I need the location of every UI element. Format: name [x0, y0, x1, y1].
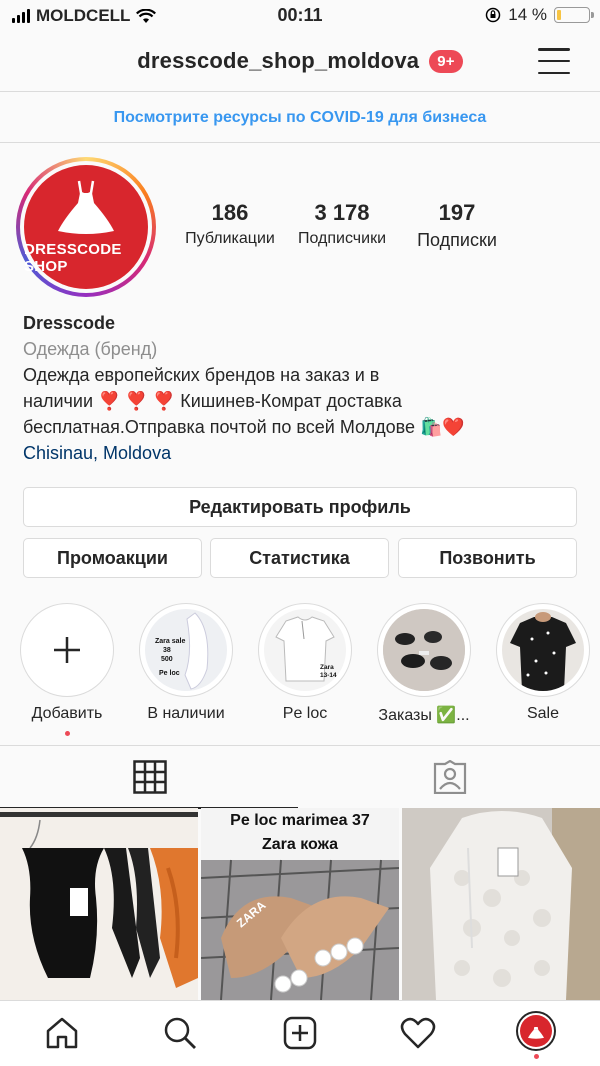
post-thumbnail[interactable]: ZARA Pe loc marimea 37 Zara кожа — [201, 808, 399, 1000]
plus-icon — [54, 637, 80, 663]
bio-line: бесплатная.Отправка почтой по всей Молдо… — [23, 417, 465, 437]
highlight-thumbnail — [383, 609, 465, 691]
highlight-sale[interactable]: Sale — [496, 603, 590, 723]
orientation-lock-icon — [486, 7, 501, 23]
profile-location[interactable]: Chisinau, Moldova — [23, 440, 583, 466]
profile-bio: Dresscode Одежда (бренд) Одежда европейс… — [23, 310, 583, 466]
highlight-orders[interactable]: Заказы ✅... — [377, 603, 471, 725]
profile-header: dresscode_shop_moldova 9+ — [0, 32, 600, 92]
highlight-thumbnail: Zara 13-14 — [264, 609, 346, 691]
bottom-navigation — [0, 1000, 600, 1066]
stat-followers[interactable]: 3 178 Подписчики — [282, 200, 402, 251]
brand-logo: DRESSCODE SHOP — [24, 165, 148, 289]
highlight-pe-loc[interactable]: Zara 13-14 Pe loc — [258, 603, 352, 723]
battery-level — [557, 10, 562, 20]
stat-posts[interactable]: 186 Публикации — [178, 200, 282, 251]
statistics-button[interactable]: Статистика — [210, 538, 389, 578]
highlight-label: Pe loc — [282, 705, 328, 722]
tagged-person-icon — [433, 760, 467, 794]
profile-tabs — [0, 745, 600, 809]
following-count: 197 — [438, 200, 476, 225]
profile-avatar-icon[interactable] — [516, 1011, 556, 1059]
brand-name: DRESSCODE SHOP — [24, 241, 122, 275]
home-icon[interactable] — [42, 1013, 82, 1053]
posts-count: 186 — [211, 200, 249, 225]
profile-name: Dresscode — [23, 313, 116, 333]
dress-icon — [58, 180, 114, 234]
notifications-badge[interactable]: 9+ — [429, 49, 463, 73]
highlight-label: Sale — [526, 705, 560, 722]
svg-text:38: 38 — [163, 647, 171, 654]
post-overlay-text: Zara кожа — [261, 836, 339, 853]
highlight-label: Добавить — [31, 705, 103, 722]
svg-text:500: 500 — [161, 656, 173, 663]
highlight-label: В наличии — [147, 705, 225, 722]
post-thumbnail[interactable] — [0, 808, 198, 1000]
new-dot — [534, 1054, 539, 1059]
status-right: 14 % — [485, 5, 594, 25]
svg-text:13-14: 13-14 — [320, 672, 337, 679]
highlight-thumbnail: Zara sale 38 500 Pe loc — [145, 609, 227, 691]
new-dot — [64, 731, 70, 736]
new-post-icon[interactable] — [280, 1013, 320, 1053]
call-button[interactable]: Позвонить — [398, 538, 577, 578]
battery-icon — [554, 7, 594, 23]
highlight-add[interactable]: Добавить — [20, 603, 114, 736]
tab-grid[interactable] — [0, 746, 300, 809]
activity-heart-icon[interactable] — [398, 1013, 438, 1053]
highlight-thumbnail — [502, 609, 584, 691]
posts-grid: ZARA Pe loc marimea 37 Zara кожа — [0, 808, 600, 1000]
svg-text:Pe loc: Pe loc — [159, 670, 180, 677]
post-overlay-text: Pe loc marimea 37 — [230, 812, 370, 829]
svg-text:Zara sale: Zara sale — [155, 638, 185, 645]
post-thumbnail[interactable] — [402, 808, 600, 1000]
avatar[interactable]: DRESSCODE SHOP — [16, 157, 156, 297]
profile-stats: 186 Публикации 3 178 Подписчики 197 Подп… — [178, 200, 512, 251]
stat-following[interactable]: 197 Подписки — [402, 200, 512, 251]
posts-label: Публикации — [185, 230, 275, 247]
covid-resources-banner[interactable]: Посмотрите ресурсы по COVID-19 для бизне… — [0, 93, 600, 143]
hamburger-menu-icon[interactable] — [538, 48, 570, 74]
followers-count: 3 178 — [314, 200, 370, 225]
edit-profile-button[interactable]: Редактировать профиль — [23, 487, 577, 527]
following-label: Подписки — [417, 230, 497, 250]
bio-line: наличии ❣️ ❣️ ❣️ Кишинев-Комрат доставка — [23, 391, 402, 411]
svg-text:Zara: Zara — [320, 664, 334, 671]
battery-percent: 14 % — [508, 5, 547, 24]
highlight-label: Заказы ✅... — [378, 707, 470, 724]
search-icon[interactable] — [160, 1013, 200, 1053]
bio-line: Одежда европейских брендов на заказ и в — [23, 365, 380, 385]
grid-icon — [133, 760, 167, 794]
promotions-button[interactable]: Промоакции — [23, 538, 202, 578]
followers-label: Подписчики — [297, 230, 386, 247]
account-username[interactable]: dresscode_shop_moldova — [137, 48, 419, 74]
tab-tagged[interactable] — [300, 746, 600, 808]
status-bar: MOLDCELL 00:11 14 % — [0, 0, 600, 32]
profile-category: Одежда (бренд) — [23, 339, 158, 359]
highlight-in-stock[interactable]: Zara sale 38 500 Pe loc В наличии — [139, 603, 233, 723]
